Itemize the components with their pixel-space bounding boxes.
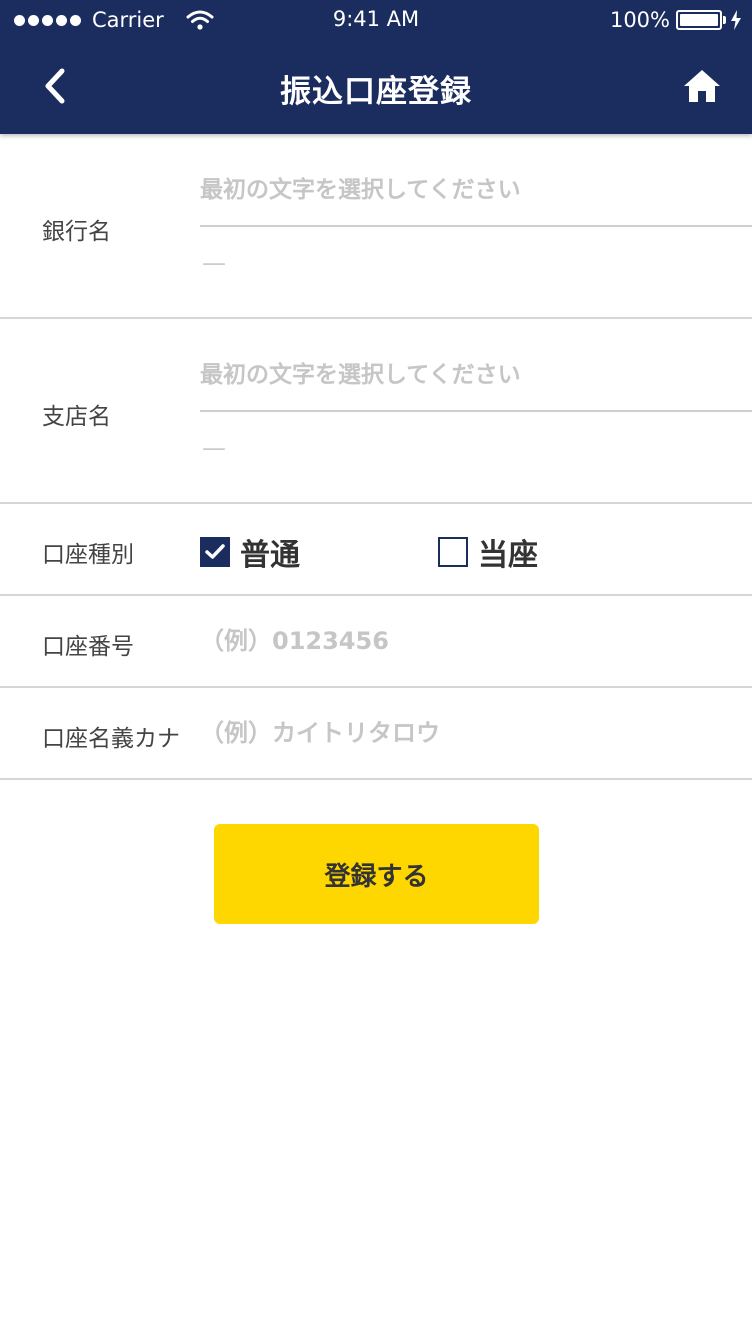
bank-name-row: 銀行名 最初の文字を選択してください —	[0, 134, 752, 319]
signal-strength-icon	[14, 14, 84, 26]
divider	[200, 410, 752, 412]
current-label: 当座	[478, 538, 538, 573]
account-number-input[interactable]	[198, 616, 742, 666]
carrier-name: Carrier	[92, 8, 164, 32]
ordinary-checkbox[interactable]	[200, 537, 230, 567]
checkmark-icon	[205, 544, 225, 559]
home-button[interactable]	[672, 58, 732, 114]
register-button[interactable]: 登録する	[214, 824, 539, 924]
charging-bolt-icon	[731, 10, 741, 30]
app-header: Carrier 9:41 AM 100% 振込口座登録	[0, 0, 752, 134]
branch-name-selector: 最初の文字を選択してください —	[200, 319, 752, 502]
bank-initial-selector[interactable]: 最初の文字を選択してください	[200, 170, 521, 204]
branch-name-select[interactable]: —	[202, 434, 226, 462]
branch-name-row: 支店名 最初の文字を選択してください —	[0, 319, 752, 504]
back-button[interactable]	[26, 58, 82, 114]
account-type-current-option[interactable]: 当座	[438, 530, 538, 574]
account-type-ordinary-option[interactable]: 普通	[200, 530, 300, 574]
bank-name-selector: 最初の文字を選択してください —	[200, 134, 752, 317]
account-holder-label: 口座名義カナ	[42, 726, 180, 752]
nav-bar: 振込口座登録	[0, 40, 752, 134]
battery-percent: 100%	[609, 8, 670, 32]
current-checkbox[interactable]	[438, 537, 468, 567]
account-type-label: 口座種別	[42, 542, 134, 568]
status-right: 100%	[610, 7, 742, 33]
account-number-row: 口座番号	[0, 596, 752, 688]
account-type-row: 口座種別 普通 当座	[0, 504, 752, 596]
chevron-left-icon	[45, 68, 65, 104]
account-holder-input[interactable]	[198, 708, 742, 758]
bank-account-form: 銀行名 最初の文字を選択してください — 支店名 最初の文字を選択してください …	[0, 134, 752, 780]
wifi-icon	[186, 10, 214, 30]
divider	[200, 225, 752, 227]
bank-name-select[interactable]: —	[202, 249, 226, 277]
page-title: 振込口座登録	[280, 74, 472, 110]
account-number-label: 口座番号	[42, 634, 134, 660]
account-holder-row: 口座名義カナ	[0, 688, 752, 780]
branch-initial-selector[interactable]: 最初の文字を選択してください	[200, 355, 521, 389]
status-bar: Carrier 9:41 AM 100%	[0, 0, 752, 40]
battery-icon	[676, 10, 726, 30]
status-left: Carrier	[14, 7, 214, 33]
bank-name-label: 銀行名	[42, 219, 111, 245]
branch-name-label: 支店名	[42, 404, 111, 430]
ordinary-label: 普通	[240, 538, 300, 573]
home-icon	[684, 70, 720, 102]
